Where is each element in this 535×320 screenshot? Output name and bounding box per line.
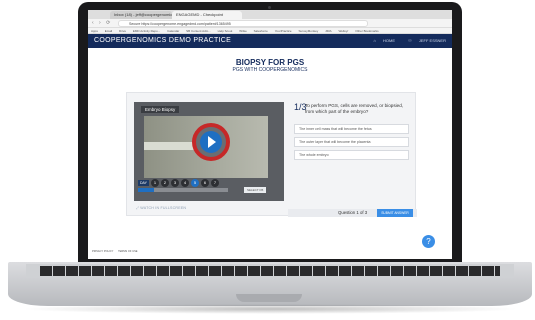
terms-link[interactable]: TERMS OF USE <box>118 250 137 253</box>
app-header: COOPERGENOMICS DEMO PRACTICE ⌂ HOME ⚇ JE… <box>88 34 452 48</box>
user-name: JEFF ESSNER <box>418 38 446 43</box>
bookmark-item[interactable]: SB Content Adm... <box>186 29 211 33</box>
fullscreen-link[interactable]: ⤢ WATCH IN FULLSCREEN <box>136 206 186 210</box>
bookmark-item[interactable]: Email <box>105 29 113 33</box>
day-button[interactable]: 2 <box>160 178 169 187</box>
app-title: COOPERGENOMICS DEMO PRACTICE <box>94 37 232 44</box>
help-button[interactable]: ? <box>422 235 435 248</box>
video-player[interactable]: Embryo Biopsy DAY 1 2 3 4 5 6 7 SELECT D5 <box>134 102 284 201</box>
fullscreen-icon: ⤢ <box>136 206 140 210</box>
nav-arrows-icon[interactable]: ‹ › ⟳ <box>92 20 112 27</box>
bookmark-item[interactable]: Help Scout <box>218 29 233 33</box>
footer-links: PRIVACY POLICY TERMS OF USE <box>92 250 142 253</box>
day-hint: SELECT D5 <box>244 187 267 193</box>
home-icon: ⌂ <box>373 38 376 43</box>
tab-bar: Inbox (18) - jeff@coopergenomics ENGAGEM… <box>88 10 452 26</box>
privacy-policy-link[interactable]: PRIVACY POLICY <box>92 250 113 253</box>
bookmark-item[interactable]: EMD Activity Repo... <box>133 29 160 33</box>
day-button[interactable]: 1 <box>150 178 159 187</box>
page-subtitle: PGS WITH COOPERGENOMICS <box>232 67 308 73</box>
fullscreen-label: WATCH IN FULLSCREEN <box>140 206 187 210</box>
laptop-stage: Inbox (18) - jeff@coopergenomics ENGAGEM… <box>0 0 535 320</box>
laptop-shadow <box>20 304 520 314</box>
home-label: HOME <box>383 38 396 43</box>
day-label: DAY <box>138 179 149 186</box>
address-bar-row: ‹ › ⟳ Secure https://coopergenome.engage… <box>88 19 452 28</box>
answer-option[interactable]: The whole embryo <box>294 150 409 160</box>
bookmark-item[interactable]: Salesforce <box>254 29 268 33</box>
lid-notch <box>236 294 302 302</box>
question-counter: Question 1 of 3 <box>338 210 368 215</box>
tab-inbox[interactable]: Inbox (18) - jeff@coopergenomics <box>110 11 172 19</box>
day-button[interactable]: 3 <box>170 178 179 187</box>
bookmark-item[interactable]: SurveyMonkey <box>298 29 318 33</box>
url-field[interactable]: Secure https://coopergenome.engagedmd.co… <box>118 20 368 27</box>
question-text: To perform PGS, cells are removed, or bi… <box>305 103 404 114</box>
user-icon: ⚇ <box>408 38 412 43</box>
keyboard-keys <box>40 266 500 276</box>
user-menu[interactable]: ⚇ JEFF ESSNER <box>402 38 446 43</box>
answer-option[interactable]: The inner cell mass that will become the… <box>294 124 409 134</box>
bookmark-item[interactable]: Apps <box>91 29 98 33</box>
video-progress[interactable] <box>138 188 228 192</box>
day-button[interactable]: 5 <box>190 178 199 187</box>
page-title: BIOPSY FOR PGS <box>235 58 305 67</box>
submit-answer-button[interactable]: SUBMIT ANSWER <box>377 209 413 217</box>
bookmark-item[interactable]: Welloyr <box>338 29 348 33</box>
home-link[interactable]: ⌂ HOME <box>367 38 395 43</box>
video-label: Embryo Biopsy <box>141 106 180 113</box>
answer-option[interactable]: The outer layer that will become the pla… <box>294 137 409 147</box>
play-icon[interactable] <box>200 131 222 153</box>
camera-dot <box>268 6 271 9</box>
bookmark-item[interactable]: YourPractice <box>275 29 292 33</box>
bookmark-item[interactable]: Calendar <box>167 29 179 33</box>
bookmark-item[interactable]: Drive <box>119 29 126 33</box>
header-nav: ⌂ HOME ⚇ JEFF ESSNER <box>361 38 446 43</box>
quiz-card: Embryo Biopsy DAY 1 2 3 4 5 6 7 SELECT D5 ⤢ WAT… <box>126 92 417 217</box>
tab-engagemd[interactable]: ENGAGEMD - Checkpoint <box>172 11 242 19</box>
day-button[interactable]: 7 <box>210 178 219 187</box>
video-progress-fill <box>138 188 155 192</box>
bookmark-item[interactable]: JIRA <box>325 29 332 33</box>
bookmark-item[interactable]: Wrike <box>239 29 247 33</box>
bookmark-item[interactable]: Other Bookmarks <box>355 29 378 33</box>
day-button[interactable]: 6 <box>200 178 209 187</box>
day-button[interactable]: 4 <box>180 178 189 187</box>
browser-screen: Inbox (18) - jeff@coopergenomics ENGAGEM… <box>88 10 452 259</box>
